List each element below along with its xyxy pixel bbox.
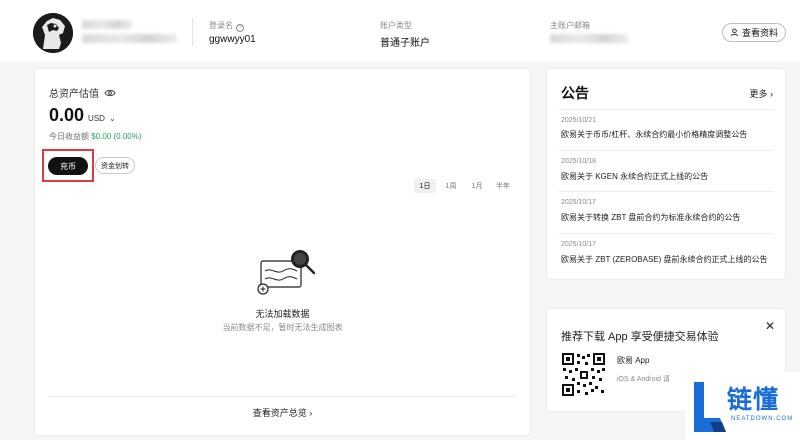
- pnl-label: 今日收益额: [49, 132, 89, 141]
- tab-6m[interactable]: 半年: [492, 179, 514, 193]
- announcements-card: 公告 更多 › 2025/10/21 欧易关于币币/杠杆、永续合约最小价格精度调…: [546, 68, 786, 280]
- login-name-value: ggwwyy01: [209, 34, 256, 45]
- chevron-down-icon[interactable]: ⌄: [109, 114, 116, 123]
- pnl-value: $0.00 (0.00%): [91, 132, 142, 141]
- divider: [559, 191, 773, 192]
- main-email-label: 主账户邮箱: [550, 21, 590, 30]
- close-icon[interactable]: ✕: [765, 319, 775, 333]
- announcement-link[interactable]: 欧易关于转换 ZBT 盘前合约为标准永续合约的公告: [561, 211, 773, 224]
- announcement-link[interactable]: 欧易关于币币/杠杆、永续合约最小价格精度调整公告: [561, 128, 773, 141]
- announcement-date: 2025/10/18: [561, 158, 597, 165]
- transfer-button[interactable]: 资金划转: [95, 157, 135, 174]
- eye-icon[interactable]: [104, 89, 116, 97]
- horse-avatar-icon: [33, 13, 73, 53]
- view-asset-overview-link[interactable]: 查看资产总览 ›: [35, 406, 530, 419]
- divider: [559, 150, 773, 151]
- empty-state-title: 无法加载数据: [255, 309, 310, 319]
- help-icon[interactable]: ?: [236, 24, 244, 32]
- view-profile-button[interactable]: 查看资料: [722, 23, 786, 42]
- header-divider: [192, 18, 193, 46]
- deposit-button[interactable]: 充币: [48, 157, 88, 175]
- today-pnl: 今日收益额 $0.00 (0.00%): [49, 131, 142, 142]
- qr-code-icon: [561, 352, 606, 397]
- announcement-date: 2025/10/21: [561, 117, 597, 124]
- tab-1d[interactable]: 1日: [414, 179, 436, 193]
- empty-state-subtitle: 当前数据不足，暂时无法生成图表: [222, 323, 343, 332]
- tab-1m[interactable]: 1月: [466, 179, 488, 193]
- app-platforms: iOS & Android 请: [617, 376, 670, 383]
- empty-chart-icon: [257, 250, 316, 295]
- blurred-uid: [82, 34, 177, 43]
- divider: [559, 233, 773, 234]
- currency-selector[interactable]: USD: [88, 114, 105, 123]
- asset-valuation-title: 总资产估值: [49, 85, 116, 100]
- watermark-text: 链懂: [727, 385, 780, 414]
- watermark-logo-icon: [694, 382, 726, 432]
- announcements-more-link[interactable]: 更多 ›: [750, 87, 774, 100]
- avatar[interactable]: [33, 13, 73, 53]
- watermark-subtext: NEATDOWN.COM: [731, 416, 794, 422]
- account-type-value: 普通子账户: [380, 38, 430, 49]
- login-name-label: 登录名?: [209, 20, 244, 32]
- asset-title-text: 总资产估值: [49, 89, 99, 100]
- total-amount: 0.00 USD ⌄: [49, 105, 116, 126]
- card-divider: [49, 396, 516, 397]
- divider: [559, 109, 773, 110]
- account-header: 登录名? ggwwyy01 账户类型 普通子账户 主账户邮箱 查看资料: [0, 0, 800, 62]
- tab-1w[interactable]: 1周: [440, 179, 462, 193]
- download-title: 推荐下载 App 享受便捷交易体验: [561, 331, 719, 343]
- user-icon: [730, 28, 739, 37]
- blurred-email: [550, 34, 628, 43]
- announcement-link[interactable]: 欧易关于 ZBT (ZEROBASE) 盘前永续合约正式上线的公告: [561, 253, 773, 266]
- time-range-tabs: 1日 1周 1月 半年: [414, 179, 514, 193]
- announcement-date: 2025/10/17: [561, 241, 597, 248]
- asset-valuation-card: 总资产估值 0.00 USD ⌄ 今日收益额 $0.00 (0.00%) 充币 …: [34, 68, 531, 436]
- announcement-date: 2025/10/17: [561, 199, 597, 206]
- blurred-username: [82, 20, 132, 29]
- announcements-title: 公告: [561, 85, 589, 101]
- app-name: 欧易 App: [617, 356, 650, 365]
- view-profile-label: 查看资料: [741, 28, 778, 38]
- account-type-label: 账户类型: [380, 21, 412, 30]
- announcement-link[interactable]: 欧易关于 KGEN 永续合约正式上线的公告: [561, 170, 773, 183]
- site-watermark: 链懂 NEATDOWN.COM: [685, 372, 800, 440]
- amount-value: 0.00: [49, 105, 85, 125]
